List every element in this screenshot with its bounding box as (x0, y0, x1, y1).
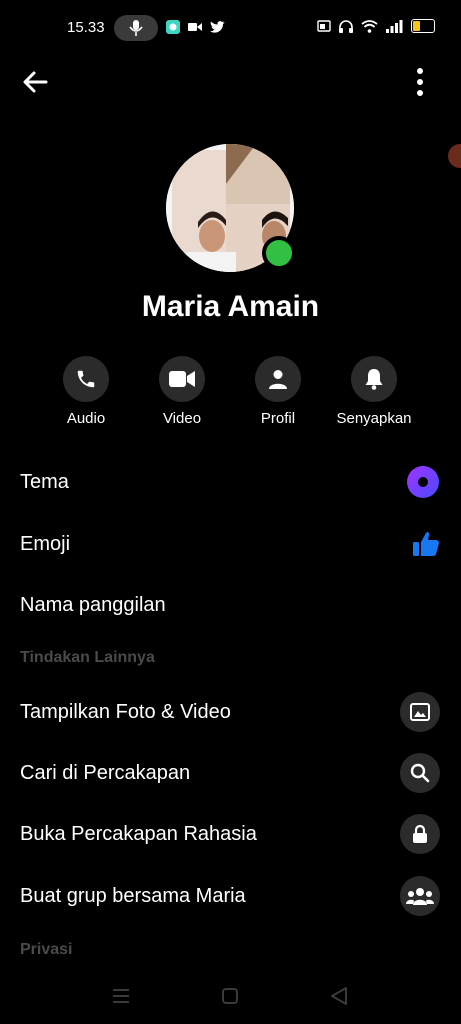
home-icon[interactable] (222, 988, 238, 1004)
mute-button[interactable]: Senyapkan (319, 356, 429, 427)
more-options-button[interactable] (402, 64, 438, 100)
more-actions-header: Tindakan Lainnya (20, 649, 155, 666)
status-time: 15.33 (67, 19, 105, 36)
recent-apps-icon[interactable] (112, 988, 130, 1004)
nickname-row[interactable]: Nama panggilan (20, 585, 440, 625)
theme-circle-icon (407, 466, 439, 498)
back-triangle-icon[interactable] (331, 987, 347, 1005)
microphone-icon (129, 20, 143, 36)
lock-icon (413, 824, 427, 843)
search-conversation-label: Cari di Percakapan (20, 761, 191, 784)
nickname-label: Nama panggilan (20, 593, 166, 616)
secret-conversation-label: Buka Percakapan Rahasia (20, 822, 257, 845)
cast-icon (317, 20, 331, 32)
system-navigation-bar (0, 976, 461, 1016)
profile-avatar[interactable] (166, 144, 296, 272)
search-conversation-row[interactable]: Cari di Percakapan (20, 753, 440, 793)
view-media-label: Tampilkan Foto & Video (20, 700, 231, 723)
view-media-row[interactable]: Tampilkan Foto & Video (20, 692, 440, 732)
phone-icon (77, 370, 95, 388)
status-bar: 15.33 (0, 0, 461, 56)
audio-call-circle[interactable] (63, 356, 109, 402)
arrow-left-icon (23, 71, 48, 93)
video-camera-icon (169, 371, 195, 387)
headset-icon (339, 19, 353, 33)
wifi-icon (361, 19, 378, 33)
bell-icon (365, 369, 383, 390)
profile-name: Maria Amain (141, 290, 320, 323)
mute-label: Senyapkan (336, 410, 412, 427)
video-call-circle[interactable] (159, 356, 205, 402)
secret-conversation-row[interactable]: Buka Percakapan Rahasia (20, 814, 440, 854)
app-notification-icon (166, 20, 180, 34)
audio-label: Audio (66, 410, 106, 427)
twitter-icon (210, 21, 225, 33)
theme-label: Tema (20, 470, 69, 493)
profile-circle[interactable] (255, 356, 301, 402)
emoji-row[interactable]: Emoji (20, 524, 440, 564)
lock-icon-button[interactable] (400, 814, 440, 854)
person-icon (269, 370, 287, 389)
search-icon (410, 763, 430, 783)
create-group-label: Buat grup bersama Maria (20, 884, 246, 907)
theme-row[interactable]: Tema (20, 462, 440, 502)
signal-icon (386, 19, 403, 33)
video-label: Video (162, 410, 202, 427)
view-media-icon-button[interactable] (400, 692, 440, 732)
online-status-indicator (262, 236, 296, 270)
mic-indicator (114, 15, 158, 41)
profile-label: Profil (260, 410, 296, 427)
search-icon-button[interactable] (400, 753, 440, 793)
group-icon-button[interactable] (400, 876, 440, 916)
create-group-row[interactable]: Buat grup bersama Maria (20, 876, 440, 916)
battery-icon (411, 19, 435, 33)
mute-circle[interactable] (351, 356, 397, 402)
emoji-label: Emoji (20, 532, 71, 555)
thumbs-up-icon (413, 532, 439, 556)
floating-bubble[interactable] (448, 144, 461, 168)
vertical-dots-icon (417, 68, 423, 96)
back-button[interactable] (18, 64, 54, 100)
group-icon (406, 888, 434, 905)
audio-call-button[interactable]: Audio (31, 356, 141, 427)
image-icon (410, 703, 430, 721)
video-call-button[interactable]: Video (127, 356, 237, 427)
privacy-header: Privasi (20, 941, 73, 958)
video-notification-icon (188, 23, 202, 31)
profile-button[interactable]: Profil (223, 356, 333, 427)
